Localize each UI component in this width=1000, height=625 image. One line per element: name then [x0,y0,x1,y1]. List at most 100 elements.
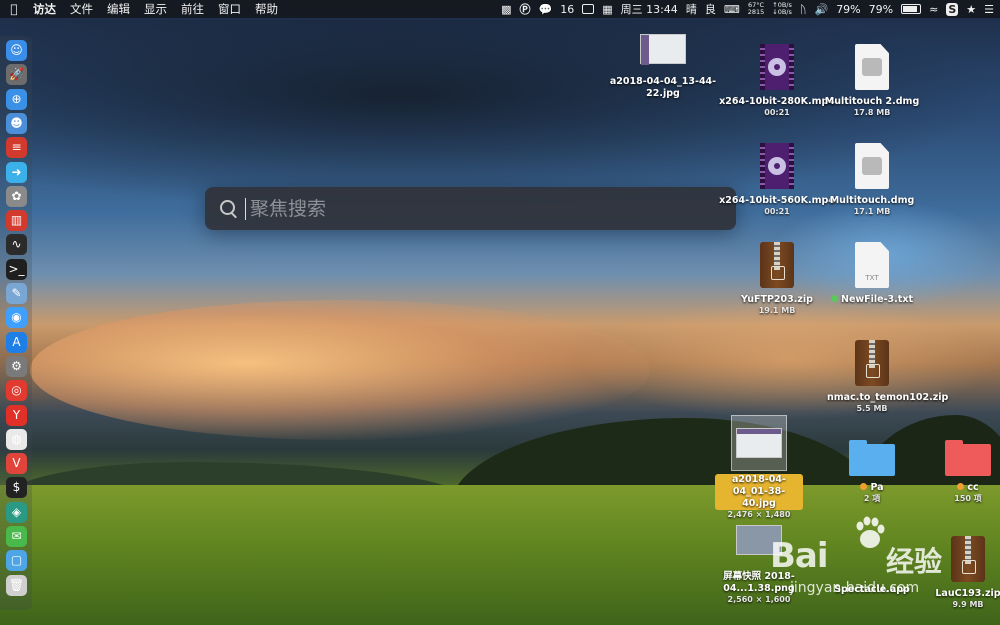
activity-monitor-icon[interactable]: ∿ [6,234,27,256]
file-name: a2018-04-04_13-44-22.jpg [609,76,717,99]
menu-go[interactable]: 前往 [176,1,213,17]
trash-icon[interactable]: 🗑 [6,574,27,596]
menu-edit[interactable]: 编辑 [102,1,139,17]
chrome-icon[interactable]: ◍ [6,428,27,450]
netease-music-icon[interactable]: ≡ [6,137,27,159]
wechat-status-icon[interactable]: 💬 [539,3,553,16]
menu-view[interactable]: 显示 [139,1,176,17]
baidu-paw-icon [856,516,885,548]
watermark-brand-cn: 经验 [886,545,943,578]
status-p-icon[interactable]: Ⓟ [520,1,531,17]
menu-app-name[interactable]: 访达 [28,1,65,17]
text-cursor [245,197,246,220]
desktop-file-dmg-multitouch[interactable]: Multitouch.dmg 17.1 MB [812,143,932,217]
zip-archive-icon [760,242,794,288]
folder-name: Pa [870,482,884,493]
image-thumbnail-icon [736,428,782,458]
file-size: 17.8 MB [853,108,891,117]
air-quality-text[interactable]: 良 [705,1,716,17]
bluetooth-icon[interactable]: ᚢ [800,3,807,16]
weather-text[interactable]: 晴 [686,1,697,17]
siri-icon[interactable]: ◉ [6,307,27,329]
display-icon[interactable] [582,4,595,14]
star-icon[interactable]: ★ [966,3,976,16]
menu-bar:  访达 文件 编辑 显示 前往 窗口 帮助 ▩ Ⓟ 💬 16 ▦ 周三 13:… [0,0,1000,18]
launchpad-icon[interactable]: 🚀 [6,64,27,86]
wifi-icon[interactable]: ≈ [929,3,938,16]
apple-menu-icon[interactable]:  [0,2,28,16]
migration-icon[interactable]: ➜ [6,161,27,183]
desktop-file-screenshot-1[interactable]: a2018-04-04_13-44-22.jpg [603,34,723,100]
window-layout-icon[interactable]: ▦ [602,3,612,16]
notification-center-icon[interactable]: ☰ [984,3,994,16]
folder-icon [945,440,991,476]
anydesk-icon[interactable]: ◈ [6,501,27,523]
folder-name-row: cc [908,482,1000,494]
folder-name: cc [967,482,979,493]
wallpaper-sunset-clouds [30,300,650,440]
finder-icon[interactable]: ☺ [6,40,27,61]
keyboard-icon[interactable]: ⌨ [724,3,740,16]
text-file-icon: TXT [855,242,889,288]
network-readout[interactable]: ↑0B/s ↓0B/s [772,2,792,16]
orange-tag-dot [860,483,868,490]
desktop-file-dmg-multitouch-2[interactable]: Multitouch 2.dmg 17.8 MB [812,44,932,118]
search-icon [217,197,241,221]
desktop-file-nmac-zip[interactable]: nmac.to_temon102.zip 5.5 MB [812,340,949,414]
image-thumbnail-icon [640,34,686,65]
disk-image-icon [855,44,889,90]
desktop-folder-cc[interactable]: cc 150 项 [908,440,1000,504]
istat-icon[interactable]: ▥ [6,210,27,232]
green-tag-dot [831,295,838,302]
spotlight-search-bar [205,187,736,230]
contacts-icon[interactable]: ☻ [6,112,27,134]
file-name-row: NewFile-3.txt [812,294,932,306]
volume-icon[interactable]: 🔊 [814,3,828,16]
preview-icon[interactable]: ✎ [6,283,27,304]
baidu-jingyan-watermark: Bai 经验 jingyan.baidu.com [770,516,970,602]
file-size: 19.1 MB [758,306,796,315]
orange-tag-dot [957,483,965,490]
menu-file[interactable]: 文件 [65,1,102,17]
file-name: Multitouch 2.dmg [824,96,920,107]
file-name: NewFile-3.txt [841,294,913,305]
menu-help[interactable]: 帮助 [250,1,287,17]
safari-icon[interactable]: ⊕ [6,88,27,110]
battery-icon[interactable] [901,4,922,14]
photo-icon[interactable]: ✿ [6,185,27,207]
datetime[interactable]: 周三 13:44 [621,1,678,17]
watermark-brand: Bai [770,536,829,576]
status-square-grid-icon[interactable]: ▩ [501,3,511,16]
yandex-icon[interactable]: Y [6,404,27,426]
battery-percent-1[interactable]: 79% [836,3,860,16]
iterm-icon[interactable]: $ [6,477,27,499]
desktop-file-newfile-txt[interactable]: TXT NewFile-3.txt [812,242,932,306]
watermark-url: jingyan.baidu.com [790,580,920,596]
spotlight-search-input[interactable] [248,196,736,221]
folder-icon [849,440,895,476]
video-file-icon [760,44,794,90]
vivaldi-icon[interactable]: V [6,453,27,475]
file-size: 17.1 MB [853,207,891,216]
wechat-icon[interactable]: ✉ [6,526,27,547]
battery-percent-2[interactable]: 79% [869,3,893,16]
zip-archive-icon [855,340,889,386]
item-count: 150 项 [954,494,982,503]
terminal-icon[interactable]: >_ [6,258,27,280]
s-app-icon[interactable]: S [946,2,959,16]
downloads-folder-icon[interactable]: ▢ [6,550,27,572]
wechat-badge-count: 16 [560,2,575,16]
file-name: Multitouch.dmg [829,195,915,206]
desktop-file-screenshot-2-selected[interactable]: a2018-04-04_01-38-40.jpg 2,476 × 1,480 [699,415,819,520]
file-name-row: a2018-04-04_01-38-40.jpg [699,474,819,510]
menu-window[interactable]: 窗口 [213,1,250,17]
temp-readout[interactable]: 67°C 2815 [748,2,765,16]
app-store-icon[interactable]: A [6,331,27,353]
disk-image-icon [855,143,889,189]
netease-cloud-icon[interactable]: ◎ [6,380,27,402]
image-dimensions: 2,476 × 1,480 [727,510,791,519]
file-name: a2018-04-04_01-38-40.jpg [715,474,803,510]
net-down: ↓0B/s [772,8,792,16]
file-name: nmac.to_temon102.zip [827,392,949,403]
system-preferences-icon[interactable]: ⚙ [6,355,27,377]
